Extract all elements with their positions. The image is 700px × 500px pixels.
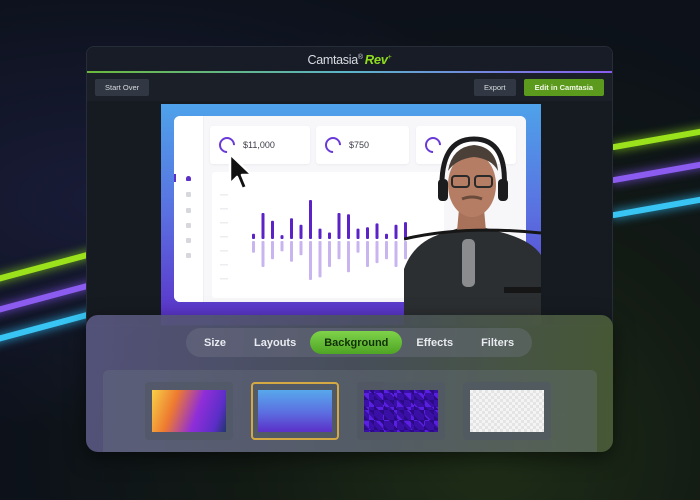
grid-icon xyxy=(186,192,191,197)
chart-bar-upper xyxy=(318,228,322,239)
title-bar: Camtasia® Rev+ xyxy=(87,47,612,73)
axis-tick xyxy=(220,208,228,210)
chart-bar-upper xyxy=(261,213,265,239)
chart-bar-upper xyxy=(299,224,303,239)
axis-tick xyxy=(220,236,228,238)
tab-layouts[interactable]: Layouts xyxy=(240,331,310,354)
chart-bar-lower xyxy=(337,241,341,260)
edit-panel: Size Layouts Background Effects Filters xyxy=(86,315,613,452)
panel-tabs: Size Layouts Background Effects Filters xyxy=(186,328,533,357)
chart-bar-lower xyxy=(280,241,284,252)
axis-tick xyxy=(220,264,228,266)
tab-background[interactable]: Background xyxy=(310,331,403,354)
chart-bar-upper xyxy=(366,227,369,239)
tab-effects[interactable]: Effects xyxy=(402,331,467,354)
chart-bar-lower xyxy=(299,241,303,256)
stat-card: $11,000 xyxy=(210,126,310,164)
mouse-cursor-icon xyxy=(228,152,254,191)
background-option-purple-pixel-pattern[interactable] xyxy=(357,382,445,440)
stat-value: $11,000 xyxy=(243,140,275,150)
chart-bar-upper xyxy=(328,232,331,239)
ring-progress-icon xyxy=(321,133,345,157)
chart-bar-lower xyxy=(394,241,398,267)
chart-bar-lower xyxy=(328,241,331,267)
chart-bar-lower xyxy=(290,241,293,262)
chart-bar-upper xyxy=(280,235,284,239)
swatch-preview xyxy=(152,390,226,432)
edit-in-camtasia-button[interactable]: Edit in Camtasia xyxy=(523,78,604,96)
chart-bar-upper xyxy=(347,214,350,239)
background-options xyxy=(103,370,597,452)
chart-bar-lower xyxy=(347,241,350,273)
axis-tick xyxy=(220,250,228,252)
chart-bar-lower xyxy=(318,241,322,278)
chart-bar-lower xyxy=(309,241,312,280)
tab-size[interactable]: Size xyxy=(190,331,240,354)
dashboard-sidebar xyxy=(174,116,204,302)
chart-bar-upper xyxy=(337,213,341,239)
video-preview[interactable]: $11,000 $750 xyxy=(161,104,541,325)
chat-icon xyxy=(186,208,191,213)
active-marker xyxy=(174,174,176,182)
swatch-preview xyxy=(470,390,544,432)
chart-bar-upper xyxy=(252,233,255,239)
swatch-preview xyxy=(258,390,332,432)
chart-bar-upper xyxy=(375,223,379,239)
chart-bar-lower xyxy=(271,241,274,260)
swatch-preview xyxy=(364,390,438,432)
logo-text: Camtasia xyxy=(307,52,358,67)
headphone-cup-right xyxy=(498,179,508,201)
logo-plus-mark: + xyxy=(387,53,392,61)
microphone-icon xyxy=(462,239,475,287)
headphone-cup-left xyxy=(438,179,448,201)
toolbar: Start Over Export Edit in Camtasia xyxy=(87,73,612,101)
chart-bar-lower xyxy=(375,241,379,264)
folder-icon xyxy=(186,223,191,228)
app-window: Camtasia® Rev+ Start Over Export Edit in … xyxy=(86,46,613,326)
logo-registered-mark: ® xyxy=(357,53,363,61)
app-logo: Camtasia® Rev+ xyxy=(307,52,391,67)
chart-bar-upper xyxy=(356,228,360,239)
chart-bar-lower xyxy=(366,241,369,267)
export-button[interactable]: Export xyxy=(473,78,516,96)
chart-bar-lower xyxy=(261,241,265,267)
mic-stand xyxy=(504,287,541,293)
home-icon xyxy=(186,176,191,181)
stat-value: $750 xyxy=(349,140,370,150)
chart-bar-lower xyxy=(385,241,388,260)
logo-accent: Rev xyxy=(364,51,388,67)
chart-bar-upper xyxy=(385,233,388,239)
chart-bar-upper xyxy=(309,200,312,239)
calendar-icon xyxy=(186,238,191,243)
background-option-sunset-gradient[interactable] xyxy=(145,382,233,440)
axis-tick xyxy=(220,278,228,280)
axis-tick xyxy=(220,222,228,224)
chart-bar-upper xyxy=(290,218,293,239)
presenter-webcam xyxy=(404,136,541,325)
settings-icon xyxy=(186,253,191,258)
chart-bar-lower xyxy=(252,241,255,253)
background-option-blue-purple-gradient[interactable] xyxy=(251,382,339,440)
tab-filters[interactable]: Filters xyxy=(467,331,528,354)
chart-bar-lower xyxy=(356,241,360,253)
chart-bar-upper xyxy=(271,220,274,239)
axis-tick xyxy=(220,194,228,196)
chart-bar-upper xyxy=(394,224,398,239)
stat-card: $750 xyxy=(316,126,409,164)
start-over-button[interactable]: Start Over xyxy=(95,78,150,96)
background-option-transparent[interactable] xyxy=(463,382,551,440)
